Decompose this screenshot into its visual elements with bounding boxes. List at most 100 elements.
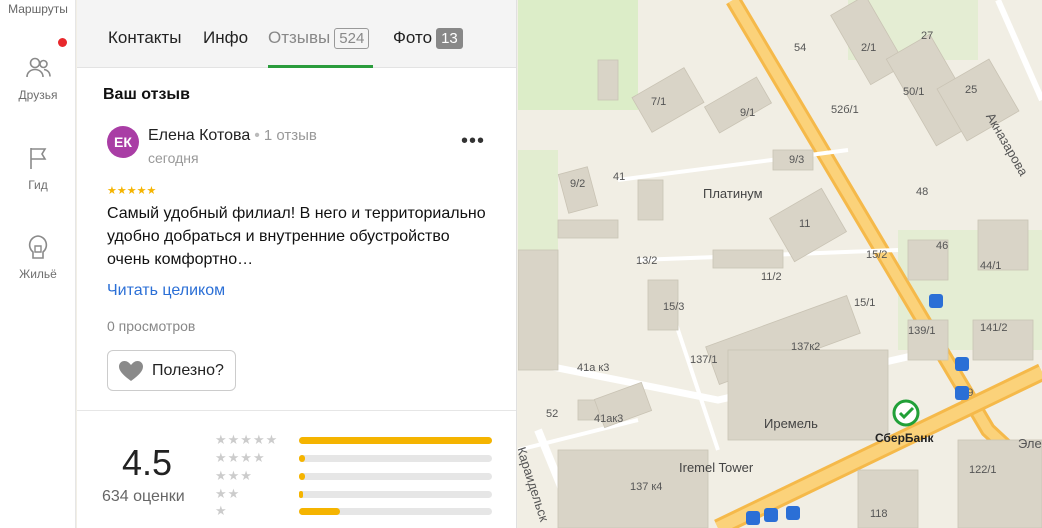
distribution-track <box>299 491 492 498</box>
distribution-stars: ★ <box>215 503 228 518</box>
distribution-track <box>299 508 492 515</box>
distribution-track <box>299 473 492 480</box>
poi-iremel-tower[interactable]: Iremel Tower <box>679 460 753 475</box>
map-label: 48 <box>916 186 929 198</box>
map-label: 15/2 <box>866 249 888 261</box>
rail-item-housing[interactable]: Жильё <box>0 233 76 281</box>
map-label: 7/1 <box>651 96 667 108</box>
heart-icon <box>119 360 143 381</box>
poi-iremel[interactable]: Иремель <box>764 416 818 431</box>
tab-photos[interactable]: Фото 13 <box>393 28 463 49</box>
map-label: 25 <box>965 84 978 96</box>
map-label: 44/1 <box>980 260 1002 272</box>
map-label: 122/1 <box>969 464 997 476</box>
map-view[interactable]: 54 2/1 27 50/1 25 Акназарова 52б/1 9/1 7… <box>518 0 1042 528</box>
tab-info[interactable]: Инфо <box>203 28 248 48</box>
average-rating: 4.5 <box>122 442 173 483</box>
distribution-fill <box>299 437 492 444</box>
poi-platinum[interactable]: Платинум <box>703 186 763 201</box>
section-title: Ваш отзыв <box>103 86 190 103</box>
flag-icon <box>30 148 47 169</box>
rail-item-label: Друзья <box>18 88 58 102</box>
map-label: 52б/1 <box>831 104 859 116</box>
separator-dot: • <box>254 127 260 144</box>
map-label: 9/2 <box>570 178 586 190</box>
map-label: 9/3 <box>789 154 805 166</box>
organization-panel: Контакты Инфо Отзывы 524 Фото 13 Ваш отзыв… <box>77 0 517 528</box>
review-stars: ★★★★★ <box>107 185 157 197</box>
tab-reviews[interactable]: Отзывы 524 <box>268 28 370 49</box>
views-count: 0 просмотров <box>107 318 196 334</box>
map-canvas[interactable] <box>518 0 1042 528</box>
divider <box>77 410 516 411</box>
distribution-fill <box>299 473 305 480</box>
distribution-stars: ★★ <box>215 486 241 501</box>
avatar[interactable]: ЕК <box>107 126 139 158</box>
distribution-stars: ★★★ <box>215 468 253 483</box>
useful-label: Полезно? <box>152 361 224 379</box>
tab-label: Инфо <box>203 28 249 47</box>
review-date: сегодня <box>148 150 199 166</box>
map-label: 2/1 <box>861 42 877 54</box>
map-label: 13/2 <box>636 255 658 267</box>
distribution-fill <box>299 508 340 515</box>
review-text: Самый удобный филиал! В него и территори… <box>107 205 486 268</box>
tab-count-badge: 13 <box>436 28 463 49</box>
tab-contacts[interactable]: Контакты <box>108 28 181 48</box>
more-options-button[interactable]: ••• <box>461 130 485 153</box>
bus-stop-icon[interactable] <box>764 508 778 522</box>
map-street-label: Элем <box>1018 436 1042 451</box>
rail-item-label: Гид <box>28 178 48 192</box>
left-rail: Маршруты Друзья Гид Жильё <box>0 0 76 528</box>
map-label: 46 <box>936 240 949 252</box>
map-label: 118 <box>870 508 888 520</box>
distribution-track <box>299 455 492 462</box>
notification-dot <box>58 38 67 47</box>
routes-link[interactable]: Маршруты <box>0 0 76 16</box>
tab-count-badge: 524 <box>334 28 370 49</box>
useful-button[interactable]: Полезно? <box>107 350 236 391</box>
map-label: 52 <box>546 408 559 420</box>
review-author: Елена Котова • 1 отзыв <box>148 127 317 145</box>
ratings-count: 634 оценки <box>102 488 185 505</box>
tab-label: Фото <box>393 28 433 47</box>
bus-stop-icon[interactable] <box>929 294 943 308</box>
author-review-count: 1 отзыв <box>263 127 317 144</box>
distribution-track <box>299 437 492 444</box>
sberbank-icon <box>892 399 920 427</box>
map-label: 50/1 <box>903 86 925 98</box>
bus-stop-icon[interactable] <box>955 357 969 371</box>
distribution-stars: ★★★★★ <box>215 432 279 447</box>
rail-item-friends[interactable]: Друзья <box>0 54 76 102</box>
map-label: 15/3 <box>663 301 685 313</box>
map-label: 139/1 <box>908 325 936 337</box>
read-more-link[interactable]: Читать целиком <box>107 282 225 300</box>
author-name[interactable]: Елена Котова <box>148 127 250 144</box>
tabs-bar: Контакты Инфо Отзывы 524 Фото 13 <box>77 0 516 68</box>
rail-item-label: Жильё <box>19 267 57 281</box>
map-label: 137/1 <box>690 354 718 366</box>
map-label: 137 к4 <box>630 481 663 493</box>
map-label: 41а к3 <box>577 362 610 374</box>
map-label: 11/2 <box>761 271 782 283</box>
distribution-fill <box>299 455 305 462</box>
rail-item-guide[interactable]: Гид <box>0 144 76 192</box>
bus-stop-icon[interactable] <box>955 386 969 400</box>
poi-sberbank[interactable]: СберБанк <box>875 431 933 445</box>
sberbank-logo[interactable] <box>891 398 921 428</box>
map-label: 11 <box>799 218 811 230</box>
distribution-fill <box>299 491 303 498</box>
map-label: 27 <box>921 30 934 42</box>
bus-stop-icon[interactable] <box>786 506 800 520</box>
map-label: 141/2 <box>980 322 1008 334</box>
map-label: 137к2 <box>791 341 821 353</box>
tab-label: Отзывы <box>268 28 331 47</box>
map-label: 15/1 <box>854 297 876 309</box>
map-label: 54 <box>794 42 807 54</box>
bus-stop-icon[interactable] <box>746 511 760 525</box>
active-tab-indicator <box>268 65 373 68</box>
housing-icon <box>28 235 48 259</box>
map-label: 41 <box>613 171 626 183</box>
map-label: 41ак3 <box>594 413 624 425</box>
distribution-stars: ★★★★ <box>215 450 266 465</box>
